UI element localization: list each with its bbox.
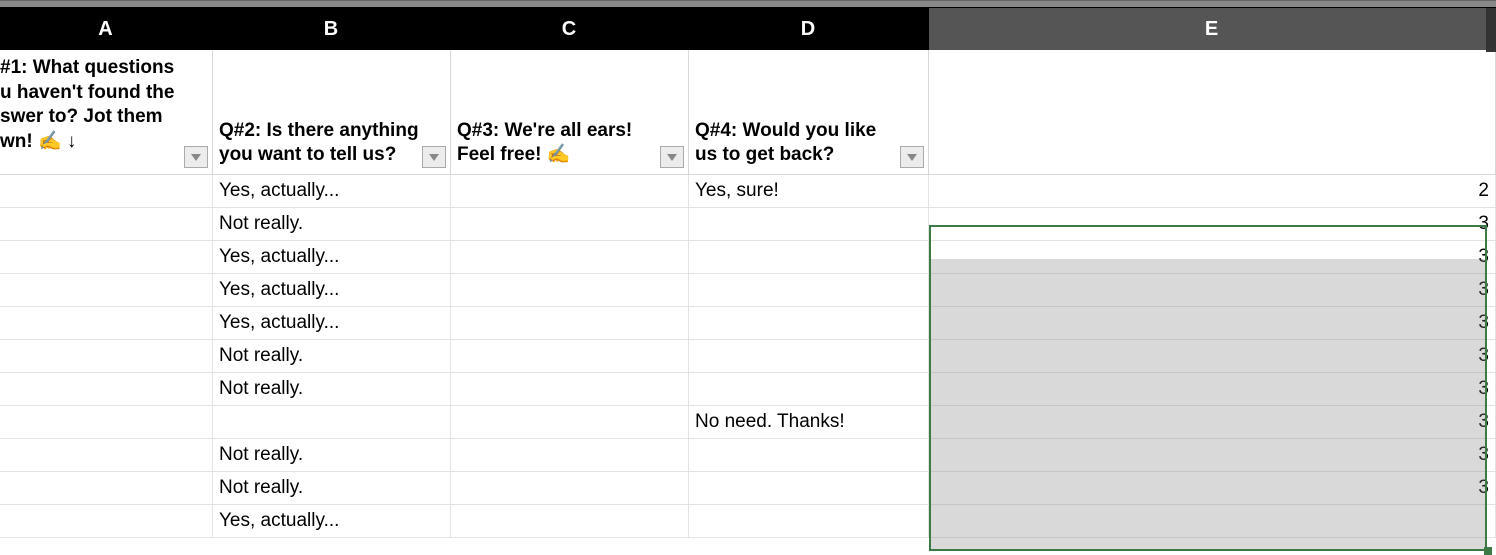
grid-body: #1: What questions u haven't found the s…	[0, 50, 1496, 538]
cell-B[interactable]: Not really.	[213, 208, 451, 240]
column-header-C[interactable]: C	[451, 8, 689, 50]
table-row: Yes, actually... 3	[0, 307, 1496, 340]
column-header-row: A B C D E	[0, 8, 1496, 50]
cell-E[interactable]: 3	[929, 373, 1496, 405]
cell-A[interactable]	[0, 340, 213, 372]
cell-E[interactable]: 3	[929, 241, 1496, 273]
column-header-D[interactable]: D	[689, 8, 929, 50]
cell-A[interactable]	[0, 505, 213, 537]
header-cell-D[interactable]: Q#4: Would you like us to get back?	[689, 50, 929, 174]
cell-D[interactable]	[689, 307, 929, 339]
cell-D[interactable]	[689, 340, 929, 372]
cell-A[interactable]	[0, 439, 213, 471]
header-text-B: Q#2: Is there anything you want to tell …	[219, 119, 422, 168]
window-top-bar	[0, 0, 1496, 8]
cell-C[interactable]	[451, 175, 689, 207]
table-row: Not really. 3	[0, 208, 1496, 241]
cell-B[interactable]: Yes, actually...	[213, 175, 451, 207]
cell-E[interactable]: 3	[929, 274, 1496, 306]
cell-E[interactable]: 2	[929, 175, 1496, 207]
chevron-down-icon	[906, 152, 918, 162]
cell-D[interactable]: Yes, sure!	[689, 175, 929, 207]
table-row: No need. Thanks!3	[0, 406, 1496, 439]
cell-C[interactable]	[451, 274, 689, 306]
column-header-B[interactable]: B	[213, 8, 451, 50]
chevron-down-icon	[428, 152, 440, 162]
header-cell-A[interactable]: #1: What questions u haven't found the s…	[0, 50, 213, 174]
cell-B[interactable]: Not really.	[213, 373, 451, 405]
table-row: Not really. 3	[0, 373, 1496, 406]
column-header-A[interactable]: A	[0, 8, 213, 50]
cell-E[interactable]: 3	[929, 307, 1496, 339]
cell-C[interactable]	[451, 472, 689, 504]
header-text-A: #1: What questions u haven't found the s…	[0, 56, 184, 155]
cell-D[interactable]	[689, 241, 929, 273]
cell-C[interactable]	[451, 505, 689, 537]
table-row: Not really. 3	[0, 439, 1496, 472]
cell-D[interactable]: No need. Thanks!	[689, 406, 929, 438]
cell-E[interactable]: 3	[929, 208, 1496, 240]
table-row: Yes, actually... 3	[0, 274, 1496, 307]
table-row: Yes, actually... 3	[0, 241, 1496, 274]
cell-A[interactable]	[0, 472, 213, 504]
cell-D[interactable]	[689, 505, 929, 537]
cell-B[interactable]: Not really.	[213, 340, 451, 372]
header-text-D: Q#4: Would you like us to get back?	[695, 119, 900, 168]
table-row: Not really. 3	[0, 472, 1496, 505]
cell-B[interactable]: Yes, actually...	[213, 307, 451, 339]
filter-button-B[interactable]	[422, 146, 446, 168]
cell-C[interactable]	[451, 373, 689, 405]
cell-D[interactable]	[689, 208, 929, 240]
cell-E[interactable]: 3	[929, 439, 1496, 471]
cell-B[interactable]	[213, 406, 451, 438]
cell-A[interactable]	[0, 307, 213, 339]
cell-A[interactable]	[0, 373, 213, 405]
filter-button-A[interactable]	[184, 146, 208, 168]
cell-A[interactable]	[0, 208, 213, 240]
cell-D[interactable]	[689, 373, 929, 405]
cell-E[interactable]: 3	[929, 472, 1496, 504]
cell-E[interactable]: 3	[929, 406, 1496, 438]
cell-C[interactable]	[451, 241, 689, 273]
filter-button-D[interactable]	[900, 146, 924, 168]
cell-A[interactable]	[0, 241, 213, 273]
header-cell-E[interactable]	[929, 50, 1496, 174]
table-row: Yes, actually... Yes, sure!2	[0, 175, 1496, 208]
cell-A[interactable]	[0, 175, 213, 207]
cell-C[interactable]	[451, 307, 689, 339]
cell-A[interactable]	[0, 274, 213, 306]
cell-C[interactable]	[451, 439, 689, 471]
cell-A[interactable]	[0, 406, 213, 438]
cell-D[interactable]	[689, 439, 929, 471]
table-header-row: #1: What questions u haven't found the s…	[0, 50, 1496, 175]
cell-B[interactable]: Yes, actually...	[213, 274, 451, 306]
cell-D[interactable]	[689, 274, 929, 306]
column-header-E[interactable]: E	[929, 8, 1496, 50]
cell-B[interactable]: Yes, actually...	[213, 505, 451, 537]
chevron-down-icon	[190, 152, 202, 162]
header-text-C: Q#3: We're all ears! Feel free! ✍️	[457, 119, 660, 168]
vertical-scrollbar[interactable]	[1486, 8, 1496, 52]
cell-B[interactable]: Not really.	[213, 472, 451, 504]
cell-E[interactable]: 3	[929, 340, 1496, 372]
cell-B[interactable]: Not really.	[213, 439, 451, 471]
header-cell-C[interactable]: Q#3: We're all ears! Feel free! ✍️	[451, 50, 689, 174]
cell-C[interactable]	[451, 208, 689, 240]
filter-button-C[interactable]	[660, 146, 684, 168]
cell-E[interactable]	[929, 505, 1496, 537]
table-row: Not really. 3	[0, 340, 1496, 373]
cell-C[interactable]	[451, 406, 689, 438]
selection-fill-handle[interactable]	[1484, 547, 1492, 555]
header-cell-B[interactable]: Q#2: Is there anything you want to tell …	[213, 50, 451, 174]
cell-D[interactable]	[689, 472, 929, 504]
cell-B[interactable]: Yes, actually...	[213, 241, 451, 273]
cell-C[interactable]	[451, 340, 689, 372]
chevron-down-icon	[666, 152, 678, 162]
